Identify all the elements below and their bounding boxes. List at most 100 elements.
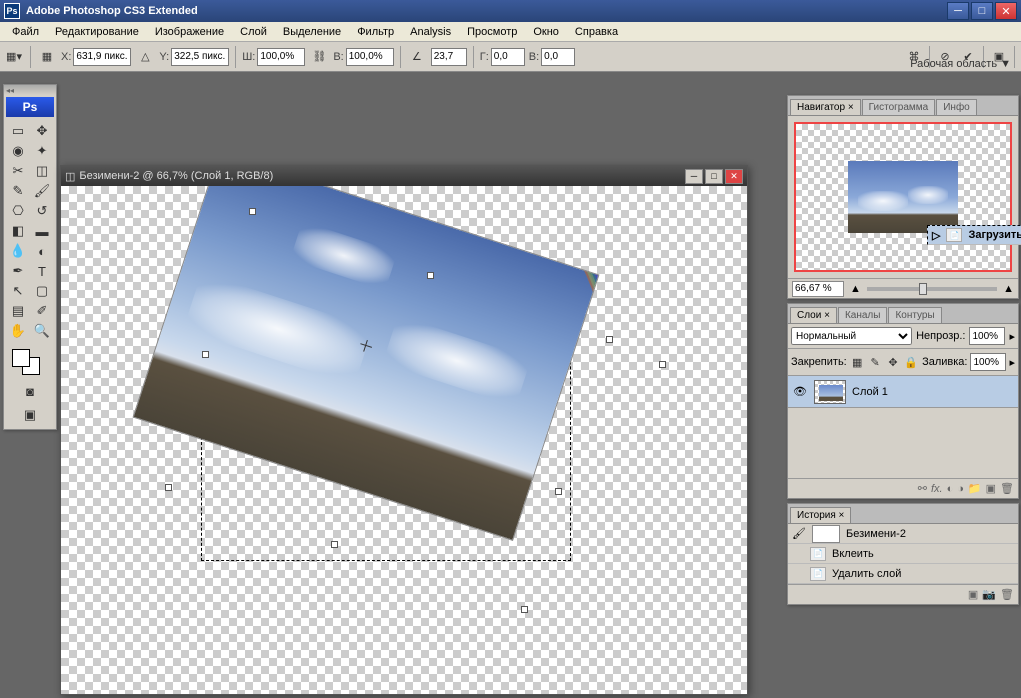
layer-name[interactable]: Слой 1 [852, 386, 888, 398]
opacity-flyout-icon[interactable]: ▸ [1009, 330, 1015, 343]
layer-thumbnail[interactable] [814, 380, 846, 404]
transform-tool-icon[interactable]: ▦▾ [4, 47, 24, 67]
tab-navigator[interactable]: Навигатор × [790, 99, 861, 115]
tab-channels[interactable]: Каналы [838, 307, 888, 323]
x-input[interactable] [73, 48, 131, 66]
marquee-tool[interactable]: ▭ [6, 121, 30, 141]
tab-info[interactable]: Инфо [936, 99, 977, 115]
zoom-tool[interactable]: 🔍 [30, 321, 54, 341]
gradient-tool[interactable]: ▬ [30, 221, 54, 241]
crop-tool[interactable]: ✂ [6, 161, 30, 181]
group-icon[interactable]: 📁 [968, 482, 982, 495]
link-xy-icon[interactable]: △ [135, 47, 155, 67]
handle-bm[interactable] [555, 488, 562, 495]
lock-brush-icon[interactable]: ✎ [868, 352, 883, 372]
color-swatches[interactable] [8, 347, 52, 377]
toolbox-grip[interactable]: ◂◂ [4, 85, 56, 95]
pen-tool[interactable]: ✒ [6, 261, 30, 281]
blend-mode-select[interactable]: Нормальный [791, 327, 912, 345]
stamp-tool[interactable]: ⎔ [6, 201, 30, 221]
handle-tr[interactable] [606, 336, 613, 343]
navigator-preview[interactable] [794, 122, 1012, 272]
new-doc-from-state-icon[interactable]: ▣ [968, 588, 978, 601]
document-titlebar[interactable]: ◫ Безимени-2 @ 66,7% (Слой 1, RGB/8) ─ □… [61, 166, 747, 186]
delete-layer-icon[interactable]: 🗑 [1000, 482, 1014, 495]
tab-layers[interactable]: Слои × [790, 307, 837, 323]
lock-all-icon[interactable]: 🔒 [903, 352, 919, 372]
zoom-slider[interactable] [867, 287, 997, 291]
fx-icon[interactable]: fx. [931, 483, 943, 495]
blur-tool[interactable]: 💧 [6, 241, 30, 261]
handle-ml[interactable] [202, 351, 209, 358]
screenmode-button[interactable]: ▣ [18, 405, 42, 425]
layer-empty-area[interactable] [788, 408, 1018, 478]
angle-input[interactable] [431, 48, 467, 66]
notes-tool[interactable]: ▤ [6, 301, 30, 321]
doc-close-button[interactable]: ✕ [725, 169, 743, 184]
fill-flyout-icon[interactable]: ▸ [1009, 356, 1015, 369]
handle-br[interactable] [521, 606, 528, 613]
menu-window[interactable]: Окно [525, 24, 567, 40]
skew-v-input[interactable] [541, 48, 575, 66]
menu-analysis[interactable]: Analysis [402, 24, 459, 40]
path-select-tool[interactable]: ↖ [6, 281, 30, 301]
snapshot-brush-icon[interactable]: 🖌 [792, 527, 806, 540]
new-snapshot-icon[interactable]: 📷 [982, 588, 996, 601]
menu-layer[interactable]: Слой [232, 24, 275, 40]
link-wh-icon[interactable]: ⛓ [309, 47, 329, 67]
handle-bl[interactable] [165, 484, 172, 491]
maximize-button[interactable]: □ [971, 2, 993, 20]
zoom-out-icon[interactable]: ▲ [850, 283, 861, 295]
link-layers-icon[interactable]: ⚯ [918, 482, 927, 495]
menu-file[interactable]: Файл [4, 24, 47, 40]
zoom-in-icon[interactable]: ▲ [1003, 283, 1014, 295]
tab-history[interactable]: История × [790, 507, 851, 523]
adjustment-icon[interactable]: ◑ [957, 483, 964, 495]
brush-tool[interactable]: 🖌 [30, 181, 54, 201]
history-item[interactable]: 📄 Удалить слой [788, 564, 1018, 584]
new-layer-icon[interactable]: ▣ [986, 482, 996, 495]
menu-select[interactable]: Выделение [275, 24, 349, 40]
hand-tool[interactable]: ✋ [6, 321, 30, 341]
visibility-icon[interactable]: 👁 [792, 384, 808, 400]
eyedropper-tool[interactable]: ✐ [30, 301, 54, 321]
handle-tm[interactable] [427, 272, 434, 279]
menu-edit[interactable]: Редактирование [47, 24, 147, 40]
minimize-button[interactable]: ─ [947, 2, 969, 20]
history-item-current[interactable]: ▷📄 Загрузить выделенную об... [927, 225, 1021, 245]
delete-state-icon[interactable]: 🗑 [1000, 588, 1014, 601]
dodge-tool[interactable]: ◐ [30, 241, 54, 261]
doc-minimize-button[interactable]: ─ [685, 169, 703, 184]
tab-histogram[interactable]: Гистограмма [862, 99, 936, 115]
history-snapshot[interactable]: 🖌 Безимени-2 [788, 524, 1018, 544]
zoom-value[interactable] [792, 281, 844, 297]
quickmask-button[interactable]: ◙ [18, 381, 42, 401]
type-tool[interactable]: T [30, 261, 54, 281]
reference-point-icon[interactable]: ▦ [37, 47, 57, 67]
fg-color[interactable] [12, 349, 30, 367]
menu-filter[interactable]: Фильтр [349, 24, 402, 40]
skew-h-input[interactable] [491, 48, 525, 66]
lock-move-icon[interactable]: ✥ [886, 352, 901, 372]
handle-mr[interactable] [659, 361, 666, 368]
doc-maximize-button[interactable]: □ [705, 169, 723, 184]
handle-tl[interactable] [249, 208, 256, 215]
lasso-tool[interactable]: ◉ [6, 141, 30, 161]
move-tool[interactable]: ✥ [30, 121, 54, 141]
h-input[interactable] [346, 48, 394, 66]
shape-tool[interactable]: ▢ [30, 281, 54, 301]
fill-input[interactable] [970, 353, 1006, 371]
y-input[interactable] [171, 48, 229, 66]
menu-view[interactable]: Просмотр [459, 24, 525, 40]
layer-row[interactable]: 👁 Слой 1 [788, 376, 1018, 408]
handle-bm2[interactable] [331, 541, 338, 548]
opacity-input[interactable] [969, 327, 1005, 345]
tab-paths[interactable]: Контуры [888, 307, 941, 323]
history-item[interactable]: 📄 Вклеить [788, 544, 1018, 564]
heal-tool[interactable]: ✎ [6, 181, 30, 201]
w-input[interactable] [257, 48, 305, 66]
menu-help[interactable]: Справка [567, 24, 626, 40]
history-brush-tool[interactable]: ↺ [30, 201, 54, 221]
lock-pixels-icon[interactable]: ▦ [850, 352, 865, 372]
wand-tool[interactable]: ✦ [30, 141, 54, 161]
